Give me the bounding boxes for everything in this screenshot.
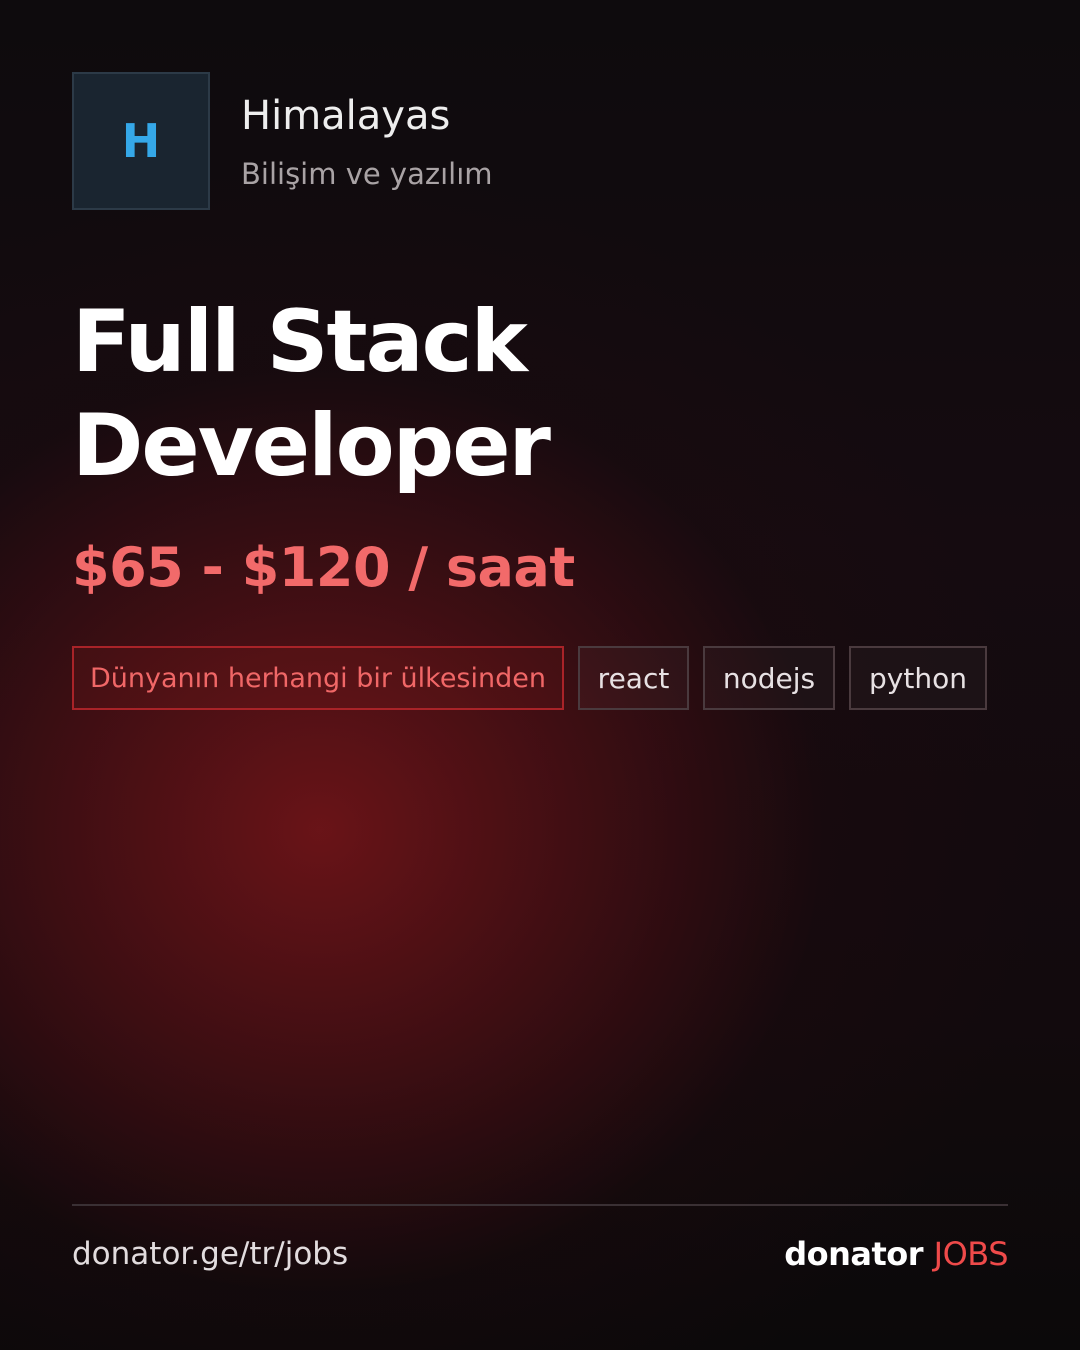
location-tag: Dünyanın herhangi bir ülkesinden: [72, 646, 564, 710]
job-title: Full Stack Developer: [72, 290, 551, 498]
skill-tag-python: python: [849, 646, 987, 710]
skill-tag-react: react: [578, 646, 689, 710]
footer-divider: [72, 1204, 1008, 1206]
company-logo-letter: H: [121, 114, 161, 168]
skill-tag-nodejs: nodejs: [703, 646, 835, 710]
brand-logo-donator: donator: [784, 1235, 924, 1273]
job-title-line-1: Full Stack: [72, 292, 528, 392]
company-industry: Bilişim ve yazılım: [241, 157, 493, 191]
salary-range: $65 - $120 / saat: [72, 536, 575, 599]
job-title-line-2: Developer: [72, 396, 551, 496]
footer-url: donator.ge/tr/jobs: [72, 1236, 349, 1272]
company-logo: H: [72, 72, 210, 210]
brand-logo-jobs: JOBS: [933, 1235, 1009, 1273]
company-name: Himalayas: [241, 93, 451, 139]
brand-logo: donator JOBS: [784, 1235, 1008, 1273]
